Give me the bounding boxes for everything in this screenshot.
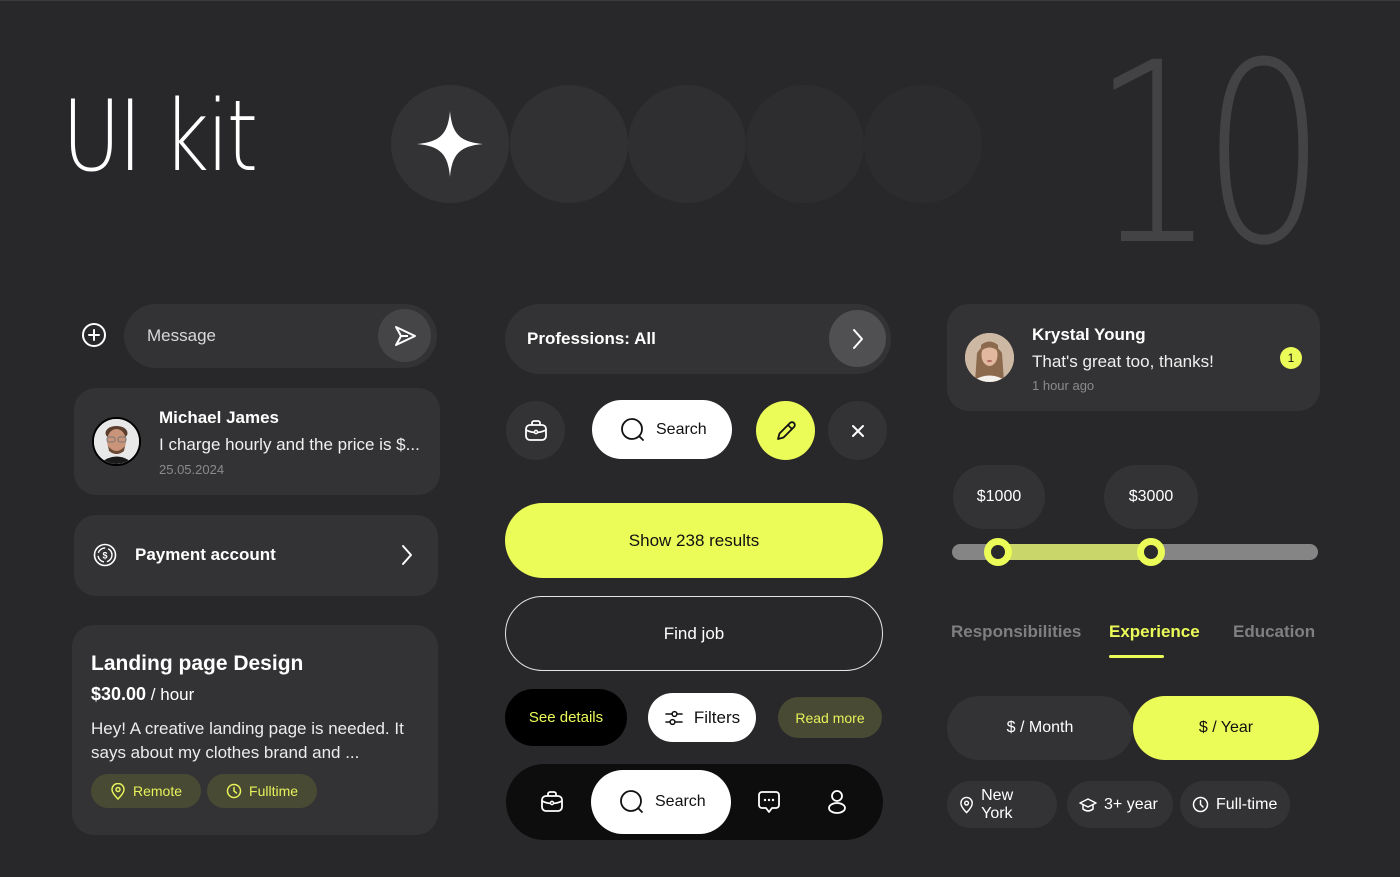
tag-fulltime[interactable]: Fulltime [207,774,318,808]
read-more-button[interactable]: Read more [778,697,882,738]
search-icon [620,790,643,813]
unread-badge: 1 [1280,347,1302,369]
plus-circle-icon [82,323,106,347]
svg-text:$: $ [102,551,107,561]
tab-education[interactable]: Education [1233,622,1315,642]
professions-next-button[interactable] [829,310,886,367]
job-price: $30.00 [91,684,147,704]
active-tab-indicator [1109,655,1164,658]
job-rate-unit: / hour [150,685,195,704]
bottom-navigation: Search [506,764,883,840]
contact-name: Michael James [159,408,280,427]
chip-label: Full-time [1216,795,1278,813]
chip-label: New York [981,786,1014,822]
top-border [0,0,1400,1]
pencil-icon [776,420,796,440]
edit-button[interactable] [756,401,815,460]
chevron-right-icon [852,328,863,349]
payment-account-label: Payment account [135,545,276,564]
send-button[interactable] [378,309,431,362]
chip-location[interactable]: New York [947,781,1057,828]
sparkle-circle [391,85,509,203]
tab-experience[interactable]: Experience [1109,622,1200,642]
graduation-cap-icon [1079,797,1097,812]
add-attachment-button[interactable] [80,321,108,349]
jobs-button[interactable] [506,401,565,460]
decor-circle [510,85,628,203]
briefcase-icon [524,419,547,441]
price-max-label: $3000 [1104,465,1198,529]
search-label: Search [656,420,707,438]
price-range-slider[interactable] [952,538,1318,566]
job-tags: Remote Fulltime [91,774,318,808]
dollar-circle-icon: $ [93,543,117,567]
close-icon [851,424,864,437]
message-preview: I charge hourly and the price is $... [159,435,420,454]
chip-experience[interactable]: 3+ year [1067,781,1173,828]
decor-circle [628,85,746,203]
tag-label: Remote [133,783,183,799]
show-results-button[interactable]: Show 238 results [505,503,883,578]
tag-label: Fulltime [249,783,299,799]
professions-label: Professions: All [527,329,656,348]
chip-employment-type[interactable]: Full-time [1180,781,1290,828]
location-pin-icon [960,796,973,814]
job-description: Hey! A creative landing page is needed. … [91,719,404,762]
job-rate: $30.00 / hour [91,684,194,705]
professions-selector[interactable]: Professions: All [505,304,891,374]
see-details-button[interactable]: See details [505,689,627,746]
chat-list-item[interactable]: Michael James I charge hourly and the pr… [74,388,440,495]
slider-thumb-max[interactable] [1137,538,1166,566]
avatar [92,417,141,466]
message-field[interactable] [124,304,437,368]
search-button[interactable]: Search [592,400,732,459]
user-icon [828,790,846,814]
page-title: UI kit [62,80,258,194]
tag-remote[interactable]: Remote [91,774,202,808]
job-card[interactable]: Landing page Design $30.00 / hour Hey! A… [72,625,438,835]
sparkle-icon [417,111,483,177]
message-preview: That's great too, thanks! [1032,352,1214,371]
slider-thumb-min[interactable] [983,538,1012,566]
filters-button[interactable]: Filters [648,693,756,742]
message-input[interactable] [147,326,367,346]
period-year-option[interactable]: $ / Year [1133,696,1319,760]
nav-item-messages[interactable] [754,764,784,840]
chevron-right-icon [402,545,412,565]
decor-circle [746,85,864,203]
avatar [965,333,1014,382]
message-time: 1 hour ago [1032,378,1095,393]
nav-item-profile[interactable] [824,764,850,840]
job-title: Landing page Design [91,652,304,675]
contact-name: Krystal Young [1032,325,1146,344]
clock-icon [1192,796,1209,813]
send-icon [394,325,416,346]
location-pin-icon [111,782,125,800]
chip-label: 3+ year [1104,795,1158,813]
nav-item-jobs[interactable] [534,764,570,840]
search-icon [621,417,644,441]
notification-item[interactable]: Krystal Young That's great too, thanks! … [947,304,1320,411]
kit-number: 10 [1092,9,1326,300]
sliders-icon [665,710,683,725]
slider-selected-range [997,544,1152,560]
nav-item-search[interactable]: Search [591,770,731,834]
chat-icon [758,791,780,813]
tab-responsibilities[interactable]: Responsibilities [951,622,1081,642]
message-date: 25.05.2024 [159,462,225,477]
filters-label: Filters [693,707,741,727]
close-button[interactable] [828,401,887,460]
decor-circle [864,85,982,203]
period-month-option[interactable]: $ / Month [947,696,1133,760]
nav-search-label: Search [655,793,706,810]
briefcase-icon [541,791,563,812]
find-job-button[interactable]: Find job [505,596,883,671]
payment-account-button[interactable]: $ Payment account [74,515,438,596]
price-min-label: $1000 [953,465,1045,529]
clock-icon [226,783,242,799]
tab-bar: Responsibilities Experience Education [951,622,1321,662]
